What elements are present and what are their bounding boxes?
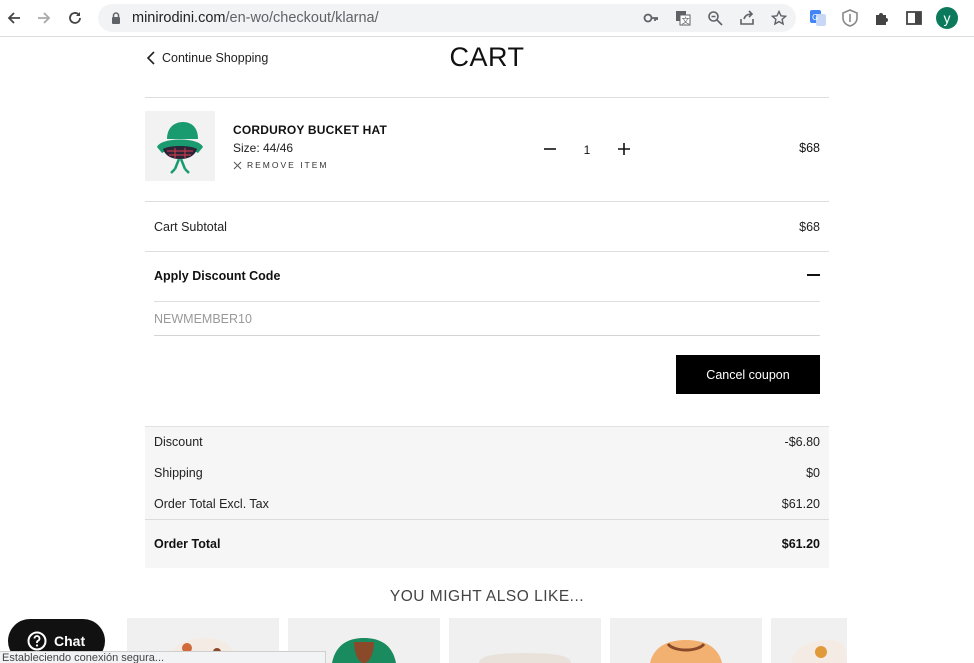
share-icon[interactable]	[739, 10, 755, 26]
close-icon	[233, 161, 242, 169]
order-total-value: $61.20	[781, 537, 820, 551]
recommendation-thumbnail[interactable]	[449, 618, 601, 663]
product-name[interactable]: CORDUROY BUCKET HAT	[233, 123, 387, 137]
page-title: CART	[449, 42, 525, 72]
excl-tax-label: Order Total Excl. Tax	[154, 497, 269, 511]
divider	[154, 301, 820, 302]
forward-arrow-icon[interactable]	[33, 7, 55, 29]
profile-avatar[interactable]: y	[936, 7, 958, 29]
order-total-label: Order Total	[154, 537, 221, 551]
quantity-decrease-button[interactable]	[542, 141, 558, 157]
apply-discount-heading[interactable]: Apply Discount Code	[154, 269, 280, 283]
bookmark-star-icon[interactable]	[771, 10, 787, 26]
zoom-icon[interactable]	[707, 10, 723, 26]
bucket-hat-image	[157, 122, 203, 174]
shipping-label: Shipping	[154, 466, 203, 480]
side-panel-icon[interactable]	[905, 9, 923, 27]
back-arrow-icon[interactable]	[3, 7, 25, 29]
discount-code-input[interactable]	[154, 303, 820, 336]
divider	[145, 97, 829, 98]
browser-toolbar: minirodini.com/en-wo/checkout/klarna/ 文 …	[0, 0, 974, 37]
quantity-increase-button[interactable]	[616, 141, 632, 157]
extensions-puzzle-icon[interactable]	[873, 9, 891, 27]
product-image	[791, 640, 847, 663]
product-image[interactable]	[145, 111, 215, 181]
reload-icon[interactable]	[64, 7, 86, 29]
cancel-coupon-button[interactable]: Cancel coupon	[676, 355, 820, 394]
divider	[145, 201, 829, 202]
recommendations-title: YOU MIGHT ALSO LIKE...	[389, 588, 585, 605]
subtotal-value: $68	[799, 220, 820, 234]
google-translate-extension-icon[interactable]: G	[809, 9, 827, 27]
product-image	[650, 640, 722, 663]
recommendation-thumbnail[interactable]	[610, 618, 762, 663]
product-size: Size: 44/46	[233, 141, 294, 155]
divider	[145, 251, 829, 252]
help-question-icon	[27, 631, 47, 651]
subtotal-label: Cart Subtotal	[154, 220, 227, 234]
chat-label: Chat	[54, 633, 86, 649]
remove-item-label: REMOVE ITEM	[247, 160, 329, 170]
address-bar[interactable]: minirodini.com/en-wo/checkout/klarna/ 文	[98, 4, 796, 32]
discount-label: Discount	[154, 435, 203, 449]
translate-icon[interactable]: 文	[675, 10, 691, 26]
product-image	[479, 653, 571, 663]
shield-extension-icon[interactable]	[841, 9, 859, 27]
remove-item-button[interactable]: REMOVE ITEM	[233, 160, 329, 170]
recommendation-thumbnail[interactable]	[771, 618, 847, 663]
browser-status-bar: Estableciendo conexión segura...	[0, 651, 326, 663]
line-item-price: $68	[799, 141, 820, 155]
excl-tax-value: $61.20	[781, 497, 820, 511]
shipping-value: $0	[806, 466, 820, 480]
key-icon[interactable]	[643, 10, 659, 26]
profile-initial: y	[943, 10, 951, 26]
svg-text:文: 文	[682, 16, 690, 26]
url-text: minirodini.com/en-wo/checkout/klarna/	[132, 10, 379, 26]
collapse-minus-icon[interactable]	[807, 274, 820, 276]
discount-value: -$6.80	[784, 435, 820, 449]
quantity-value: 1	[583, 143, 591, 157]
divider	[145, 519, 829, 520]
svg-text:G: G	[812, 13, 818, 22]
lock-icon[interactable]	[109, 11, 123, 25]
